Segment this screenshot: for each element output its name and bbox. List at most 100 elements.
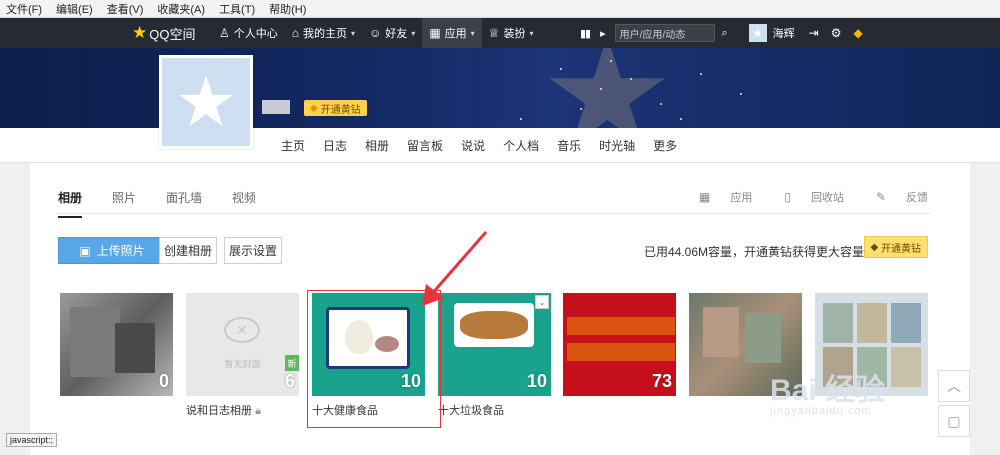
diamond-icon[interactable]: ◆ bbox=[853, 26, 862, 40]
image-upload-icon: ▣ bbox=[79, 243, 91, 258]
nav-personal-center[interactable]: ♙ 个人中心 bbox=[212, 18, 285, 48]
user-avatar[interactable]: ★ bbox=[748, 24, 767, 42]
album-cover[interactable]: 0 bbox=[60, 293, 173, 396]
album-menu-chevron-icon[interactable]: ⌄ bbox=[535, 295, 549, 309]
profile-nav-timeline[interactable]: 时光轴 bbox=[599, 137, 635, 154]
album-photo-count: 73 bbox=[651, 371, 672, 391]
button-label: 上传照片 bbox=[96, 244, 145, 258]
poster-tile bbox=[891, 303, 921, 343]
badge-label: 开通黄钻 bbox=[320, 104, 361, 116]
top-nav-items: ♙ 个人中心 ⌂ 我的主页 ▾ ☺ 好友 ▾ ▦ 应用 ▾ ♕ 装扮 ▾ bbox=[212, 18, 540, 48]
nav-label: 应用 bbox=[444, 28, 467, 40]
album-cover[interactable]: ✕ 暂无封面 新 6 bbox=[186, 293, 299, 396]
profile-nav-more[interactable]: 更多 bbox=[653, 137, 677, 154]
poster-tile bbox=[891, 347, 921, 387]
create-album-button[interactable]: 创建相册 bbox=[159, 237, 217, 264]
profile-nav-home[interactable]: 主页 bbox=[281, 137, 305, 154]
nav-my-homepage[interactable]: ⌂ 我的主页 ▾ bbox=[285, 18, 362, 48]
search-icon[interactable]: ⌕ bbox=[715, 24, 735, 42]
profile-avatar[interactable]: ★ bbox=[159, 55, 253, 149]
no-cover-label: 暂无封面 bbox=[224, 359, 261, 369]
qzone-star-icon: ★ bbox=[174, 63, 238, 141]
menu-favorites[interactable]: 收藏夹(A) bbox=[157, 1, 205, 17]
sparkle bbox=[630, 78, 632, 80]
album-card[interactable]: 73 bbox=[563, 293, 676, 402]
sparkle bbox=[580, 108, 582, 110]
blurred-photo bbox=[70, 307, 120, 377]
browser-status-bar: javascript:; bbox=[6, 433, 58, 447]
album-cover[interactable]: ⌄ 10 bbox=[438, 293, 551, 396]
nav-label: 个人中心 bbox=[233, 28, 278, 40]
sparkle bbox=[520, 118, 522, 120]
sparkle bbox=[680, 118, 682, 120]
logo-text: QQ空间 bbox=[149, 26, 196, 42]
display-settings-button[interactable]: 展示设置 bbox=[224, 237, 282, 264]
album-photo-count: 6 bbox=[284, 371, 295, 391]
album-card[interactable]: ⌄ 10 十大垃圾食品 bbox=[438, 293, 551, 418]
caret-down-icon: ▾ bbox=[411, 28, 416, 38]
nickname-blurred bbox=[262, 100, 290, 114]
open-yellow-diamond-button[interactable]: ◆ 开通黄钻 bbox=[863, 236, 928, 258]
nav-label: 我的主页 bbox=[303, 28, 348, 40]
profile-nav-guestbook[interactable]: 留言板 bbox=[407, 137, 443, 154]
username[interactable]: 海辉 bbox=[773, 25, 795, 41]
profile-nav-blog[interactable]: 日志 bbox=[323, 137, 347, 154]
gear-icon[interactable]: ⚙ bbox=[831, 26, 842, 40]
junk-food-photo bbox=[454, 303, 534, 347]
profile-nav-profile[interactable]: 个人档 bbox=[503, 137, 539, 154]
diamond-icon: ◆ bbox=[310, 102, 318, 114]
tool-recycle-bin[interactable]: ▯ 回收站 bbox=[768, 189, 844, 205]
highlight-box bbox=[307, 290, 441, 428]
profile-nav-album[interactable]: 相册 bbox=[365, 137, 389, 154]
button-label: 开通黄钻 bbox=[881, 243, 921, 255]
logout-icon[interactable]: ⇥ bbox=[809, 26, 819, 40]
album-photo-count: 10 bbox=[526, 371, 547, 391]
nav-friends[interactable]: ☺ 好友 ▾ bbox=[362, 18, 422, 48]
apps-grid-icon: ▦ bbox=[429, 26, 441, 40]
nav-decorate[interactable]: ♕ 装扮 ▾ bbox=[482, 18, 541, 48]
capacity-text: 已用44.06M容量，开通黄钻获得更大容量 bbox=[643, 245, 864, 259]
album-card[interactable]: 0 bbox=[60, 293, 173, 402]
home-icon: ⌂ bbox=[291, 26, 300, 40]
qzone-logo[interactable]: ★ QQ空间 bbox=[132, 23, 195, 43]
baidu-watermark: Bai 经验 bbox=[770, 374, 886, 407]
profile-nav-moments[interactable]: 说说 bbox=[461, 137, 485, 154]
album-name: 十大垃圾食品 bbox=[438, 405, 504, 417]
open-yellow-diamond-badge[interactable]: ◆ 开通黄钻 bbox=[304, 100, 367, 116]
menu-tools[interactable]: 工具(T) bbox=[219, 1, 255, 17]
diamond-icon: ◆ bbox=[870, 241, 881, 253]
upload-photo-button[interactable]: ▣ 上传照片 bbox=[58, 237, 166, 264]
no-cover-eye-icon: ✕ bbox=[224, 317, 260, 343]
music-pause-icon[interactable]: ▮▮ bbox=[580, 27, 591, 40]
feedback-square-icon[interactable]: ▢ bbox=[938, 405, 970, 437]
music-next-icon[interactable]: ▸ bbox=[600, 27, 605, 40]
profile-nav-music[interactable]: 音乐 bbox=[557, 137, 581, 154]
friends-icon: ☺ bbox=[369, 26, 382, 40]
album-cover[interactable]: 73 bbox=[563, 293, 676, 396]
menu-file[interactable]: 文件(F) bbox=[6, 1, 42, 17]
star-logo-icon: ★ bbox=[132, 23, 148, 42]
album-name: 说和日志相册 🔒︎ bbox=[186, 402, 299, 418]
nav-apps[interactable]: ▦ 应用 ▾ bbox=[422, 18, 482, 48]
top-search-input[interactable]: 用户/应用/动态 bbox=[614, 24, 715, 42]
caret-down-icon: ▾ bbox=[470, 28, 475, 38]
browser-menubar: 文件(F) 编辑(E) 查看(V) 收藏夹(A) 工具(T) 帮助(H) bbox=[0, 0, 1000, 18]
menu-edit[interactable]: 编辑(E) bbox=[56, 1, 93, 17]
tool-feedback[interactable]: ✎ 反馈 bbox=[860, 189, 928, 205]
shirt-icon: ♕ bbox=[488, 26, 500, 40]
sparkle bbox=[660, 103, 662, 105]
scroll-top-icon[interactable]: ︿ bbox=[938, 370, 970, 402]
lock-icon: 🔒︎ bbox=[255, 405, 261, 417]
tool-apps[interactable]: ▦ 应用 bbox=[683, 189, 752, 205]
menu-view[interactable]: 查看(V) bbox=[107, 1, 144, 17]
edit-icon: ✎ bbox=[875, 190, 886, 204]
nav-label: 装扮 bbox=[503, 28, 526, 40]
profile-banner: ★ bbox=[0, 48, 1000, 128]
sparkle bbox=[740, 93, 742, 95]
blurred-photo bbox=[115, 323, 155, 373]
album-card[interactable]: ✕ 暂无封面 新 6 说和日志相册 🔒︎ bbox=[186, 293, 299, 418]
menu-help[interactable]: 帮助(H) bbox=[269, 1, 306, 17]
tool-label: 反馈 bbox=[906, 192, 928, 204]
food-shape bbox=[460, 311, 528, 339]
poster-tile bbox=[823, 303, 853, 343]
